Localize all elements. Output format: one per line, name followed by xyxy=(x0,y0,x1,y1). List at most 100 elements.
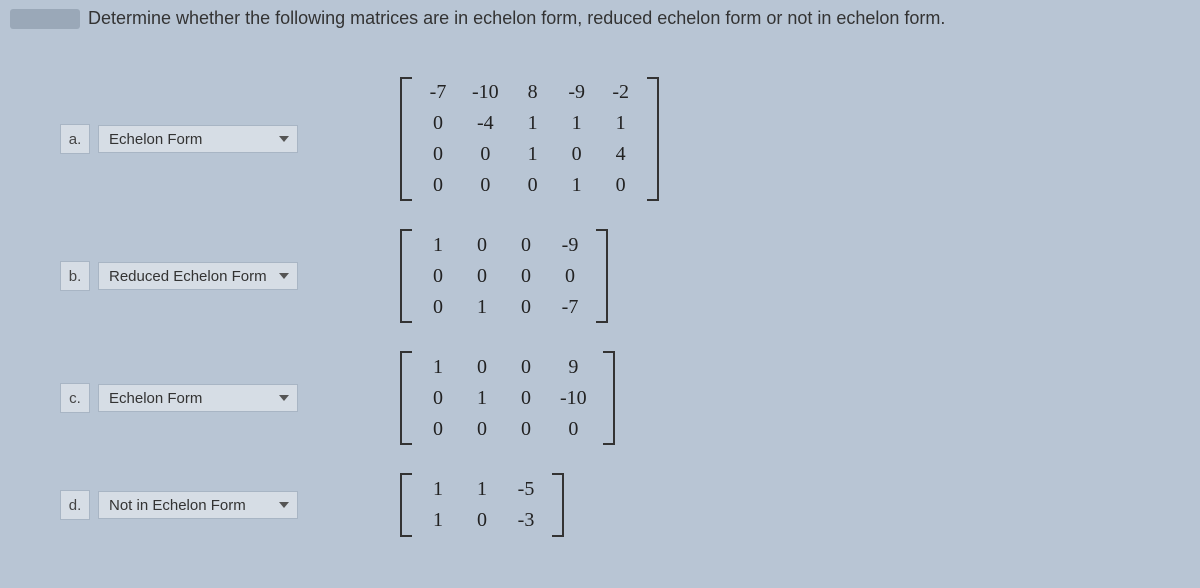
matrix-cell: 1 xyxy=(460,474,504,505)
matrix-row: 0 0 0 1 0 xyxy=(416,170,643,201)
dropdown-b-value: Reduced Echelon Form xyxy=(109,268,267,285)
matrix-cell: 0 xyxy=(511,170,555,201)
matrix-d-body: 1 1 -5 1 0 -3 xyxy=(416,474,548,536)
matrix-cell: 4 xyxy=(599,139,643,170)
matrix-cell: -3 xyxy=(504,505,548,536)
items-container: a. Echelon Form -7 -10 8 -9 -2 0 -4 1 xyxy=(0,77,1200,537)
letter-b: b. xyxy=(60,261,90,291)
matrix-cell: -10 xyxy=(460,77,511,108)
matrix-cell: 0 xyxy=(416,108,460,139)
matrix-row: 0 0 1 0 4 xyxy=(416,139,643,170)
dropdown-b[interactable]: Reduced Echelon Form xyxy=(98,262,298,290)
item-c: c. Echelon Form 1 0 0 9 0 1 0 -10 xyxy=(60,351,1200,445)
dropdown-a[interactable]: Echelon Form xyxy=(98,125,298,153)
matrix-d: 1 1 -5 1 0 -3 xyxy=(400,473,564,537)
matrix-cell: 0 xyxy=(548,414,599,445)
matrix-a: -7 -10 8 -9 -2 0 -4 1 1 1 0 0 1 0 xyxy=(400,77,659,201)
matrix-row: 0 0 0 0 xyxy=(416,414,599,445)
matrix-cell: 9 xyxy=(548,352,599,383)
bracket-left-icon xyxy=(400,229,412,323)
matrix-cell: 8 xyxy=(511,77,555,108)
matrix-cell: 0 xyxy=(504,230,548,261)
matrix-cell: 0 xyxy=(460,414,504,445)
matrix-row: 0 1 0 -10 xyxy=(416,383,599,414)
matrix-cell: 1 xyxy=(555,108,599,139)
matrix-cell: 1 xyxy=(599,108,643,139)
matrix-cell: 1 xyxy=(460,292,504,323)
matrix-row: 0 1 0 -7 xyxy=(416,292,592,323)
matrix-cell: 0 xyxy=(460,352,504,383)
dropdown-a-value: Echelon Form xyxy=(109,131,202,148)
matrix-c: 1 0 0 9 0 1 0 -10 0 0 0 0 xyxy=(400,351,615,445)
matrix-b: 1 0 0 -9 0 0 0 0 0 1 0 -7 xyxy=(400,229,608,323)
matrix-row: 1 0 0 -9 xyxy=(416,230,592,261)
matrix-cell: 0 xyxy=(460,230,504,261)
matrix-cell: 0 xyxy=(504,414,548,445)
matrix-cell: -9 xyxy=(548,230,592,261)
matrix-cell: 0 xyxy=(460,170,511,201)
matrix-row: 1 0 -3 xyxy=(416,505,548,536)
matrix-cell: 1 xyxy=(511,108,555,139)
letter-a: a. xyxy=(60,124,90,154)
matrix-cell: 0 xyxy=(504,352,548,383)
label-cell-d: d. Not in Echelon Form xyxy=(60,490,380,520)
matrix-cell: 0 xyxy=(504,261,548,292)
matrix-cell: -7 xyxy=(548,292,592,323)
matrix-cell: 0 xyxy=(460,139,511,170)
matrix-cell: 1 xyxy=(416,352,460,383)
matrix-a-body: -7 -10 8 -9 -2 0 -4 1 1 1 0 0 1 0 xyxy=(416,77,643,201)
dropdown-d-value: Not in Echelon Form xyxy=(109,497,246,514)
bracket-right-icon xyxy=(647,77,659,201)
matrix-cell: 0 xyxy=(504,383,548,414)
letter-c: c. xyxy=(60,383,90,413)
matrix-cell: 0 xyxy=(555,139,599,170)
matrix-cell: 0 xyxy=(416,170,460,201)
matrix-cell: -10 xyxy=(548,383,599,414)
matrix-cell: 0 xyxy=(460,261,504,292)
label-cell-c: c. Echelon Form xyxy=(60,383,380,413)
matrix-cell: 0 xyxy=(599,170,643,201)
matrix-cell: -2 xyxy=(599,77,643,108)
item-d: d. Not in Echelon Form 1 1 -5 1 0 -3 xyxy=(60,473,1200,537)
question-text: Determine whether the following matrices… xyxy=(88,8,945,29)
bracket-right-icon xyxy=(596,229,608,323)
matrix-c-body: 1 0 0 9 0 1 0 -10 0 0 0 0 xyxy=(416,352,599,445)
matrix-cell: 0 xyxy=(416,292,460,323)
matrix-cell: 0 xyxy=(416,139,460,170)
bracket-right-icon xyxy=(603,351,615,445)
item-a: a. Echelon Form -7 -10 8 -9 -2 0 -4 1 xyxy=(60,77,1200,201)
matrix-cell: 0 xyxy=(504,292,548,323)
matrix-cell: 1 xyxy=(555,170,599,201)
matrix-row: 1 1 -5 xyxy=(416,474,548,505)
matrix-row: 0 -4 1 1 1 xyxy=(416,108,643,139)
matrix-cell: 1 xyxy=(511,139,555,170)
dropdown-c[interactable]: Echelon Form xyxy=(98,384,298,412)
letter-d: d. xyxy=(60,490,90,520)
label-cell-b: b. Reduced Echelon Form xyxy=(60,261,380,291)
matrix-cell: 0 xyxy=(416,261,460,292)
matrix-cell: -9 xyxy=(555,77,599,108)
matrix-cell: 1 xyxy=(416,230,460,261)
bracket-right-icon xyxy=(552,473,564,537)
matrix-cell: 1 xyxy=(416,505,460,536)
matrix-row: -7 -10 8 -9 -2 xyxy=(416,77,643,108)
bracket-left-icon xyxy=(400,77,412,201)
matrix-cell: -4 xyxy=(460,108,511,139)
matrix-cell: 0 xyxy=(548,261,592,292)
matrix-cell: 1 xyxy=(416,474,460,505)
matrix-cell: 0 xyxy=(416,383,460,414)
matrix-cell: -5 xyxy=(504,474,548,505)
label-cell-a: a. Echelon Form xyxy=(60,124,380,154)
matrix-cell: 0 xyxy=(416,414,460,445)
bracket-left-icon xyxy=(400,351,412,445)
question-header: Determine whether the following matrices… xyxy=(0,0,1200,37)
matrix-cell: -7 xyxy=(416,77,460,108)
dropdown-d[interactable]: Not in Echelon Form xyxy=(98,491,298,519)
matrix-row: 1 0 0 9 xyxy=(416,352,599,383)
matrix-cell: 0 xyxy=(460,505,504,536)
matrix-row: 0 0 0 0 xyxy=(416,261,592,292)
dropdown-c-value: Echelon Form xyxy=(109,390,202,407)
matrix-b-body: 1 0 0 -9 0 0 0 0 0 1 0 -7 xyxy=(416,230,592,323)
bracket-left-icon xyxy=(400,473,412,537)
question-icon-placeholder xyxy=(10,9,80,29)
